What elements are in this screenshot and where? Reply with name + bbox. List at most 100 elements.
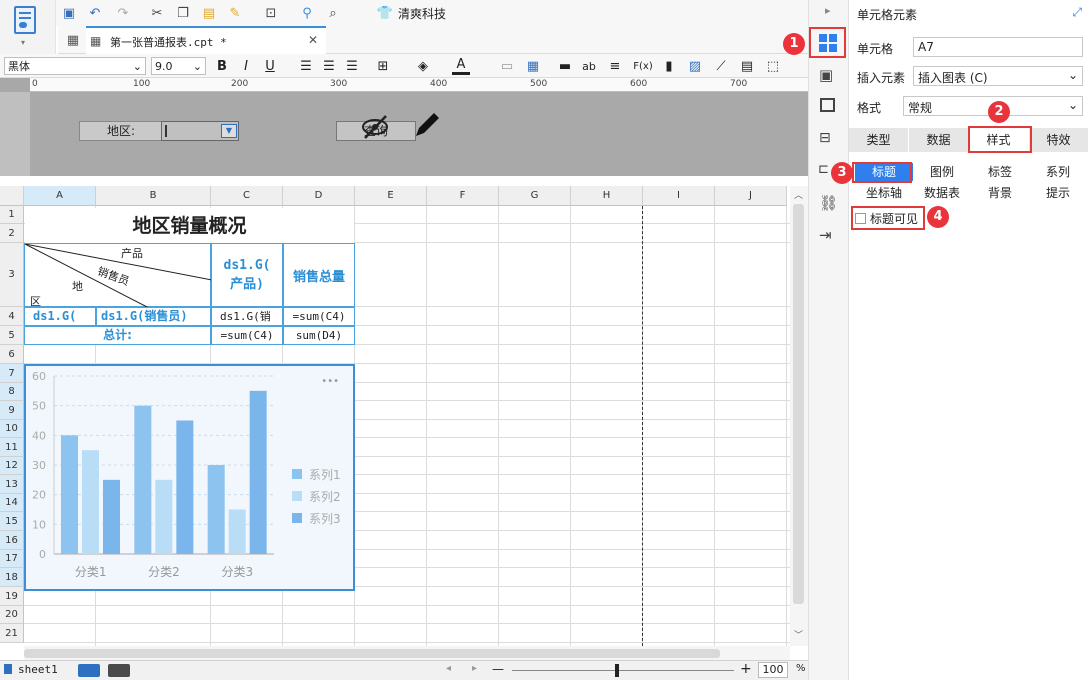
brand-label[interactable]: 清爽科技 [398, 5, 446, 22]
grid-icon[interactable]: ▦ [64, 31, 82, 49]
column-header[interactable]: D [283, 186, 355, 206]
frame-icon[interactable]: ⬚ [764, 57, 782, 75]
widget-icon[interactable] [820, 98, 835, 112]
zoom-slider[interactable] [512, 670, 734, 671]
shirt-icon[interactable]: 👕 [376, 4, 394, 22]
cell-d4[interactable]: =sum(C4) [283, 307, 355, 326]
subtab-series[interactable]: 系列 [1029, 163, 1087, 181]
zoom-out-button[interactable]: — [492, 662, 504, 676]
row-header[interactable]: 4 [0, 307, 24, 326]
collapse-arrow-icon[interactable]: ▸ [825, 4, 831, 17]
add-chart-sheet-icon[interactable] [108, 664, 130, 677]
row-header[interactable]: 5 [0, 326, 24, 345]
column-header[interactable]: J [715, 186, 787, 206]
row-header[interactable]: 3 [0, 243, 24, 307]
expand-icon[interactable]: ⤢ [1072, 5, 1082, 20]
region-combo[interactable]: ▼ [161, 121, 239, 141]
border-icon[interactable]: ⊞ [374, 57, 392, 75]
horizontal-scrollbar[interactable] [24, 646, 790, 660]
column-header[interactable]: H [571, 186, 643, 206]
dropdown-icon[interactable]: ▼ [221, 124, 237, 138]
row-header[interactable]: 6 [0, 345, 24, 364]
row-header[interactable]: 15 [0, 512, 24, 531]
align-right-icon[interactable]: ☰ [343, 57, 361, 75]
report-title[interactable]: 地区销量概况 [25, 208, 354, 243]
hscroll-thumb[interactable] [24, 649, 720, 658]
cell-input[interactable]: A7 [913, 37, 1083, 57]
row-header[interactable]: 16 [0, 531, 24, 550]
column-header[interactable]: C [211, 186, 283, 206]
template-icon[interactable]: ⊡ [262, 4, 280, 22]
import-icon[interactable]: ⇥ [819, 226, 832, 244]
font-color-icon[interactable]: A [452, 57, 470, 75]
underline-button[interactable]: U [261, 57, 279, 75]
row-header[interactable]: 8 [0, 383, 24, 401]
hidden-eye-icon[interactable] [360, 112, 390, 142]
paste-icon[interactable]: ▤ [200, 4, 218, 22]
row-header[interactable]: 18 [0, 568, 24, 587]
column-header[interactable]: F [427, 186, 499, 206]
row-header[interactable]: 7 [0, 364, 24, 383]
chart-cell[interactable]: 0 10 20 30 40 50 60 分类1 分类2 分类3 系列1 系列2 系列3 ••• [24, 364, 355, 591]
insert-select[interactable]: 插入图表 (C) ⌄ [913, 66, 1083, 86]
cell-a4[interactable]: ds1.G( [24, 307, 96, 326]
column-header[interactable]: G [499, 186, 571, 206]
merge-icon[interactable]: ▭ [498, 57, 516, 75]
copy-icon[interactable]: ❐ [174, 4, 192, 22]
richtext-icon[interactable]: ≡ [606, 57, 624, 75]
dropdown-widget-icon[interactable]: ⊟ [819, 130, 831, 146]
cell-c4[interactable]: ds1.G(销 [211, 307, 283, 326]
tab-type[interactable]: 类型 [849, 128, 909, 152]
next-page-icon[interactable]: ▸ [472, 663, 477, 674]
row-header[interactable]: 21 [0, 624, 24, 643]
column-header[interactable]: I [643, 186, 715, 206]
condition-icon[interactable]: ⊏ [818, 162, 829, 177]
chart-more-icon[interactable]: ••• [321, 376, 339, 387]
cut-icon[interactable]: ✂ [148, 4, 166, 22]
sheet-tab[interactable]: sheet1 [18, 663, 58, 676]
cell-c3[interactable]: ds1.G( 产品) [211, 243, 283, 307]
cell-b4[interactable]: ds1.G(销售员) [96, 307, 211, 326]
zoom-value[interactable]: 100 [758, 662, 788, 678]
spreadsheet-grid[interactable]: ABCDEFGHIJ 1 2 3 4 5 6 7 8 9 10 11 12 13 14 15 16 17 18 19… [0, 186, 790, 646]
ab-button[interactable]: ab [580, 57, 598, 75]
scroll-down-icon[interactable]: ﹀ [794, 628, 803, 641]
cell-attr-icon[interactable]: ▣ [819, 66, 833, 84]
cell-total-label[interactable]: 总计: [24, 326, 211, 345]
fill-color-icon[interactable]: ◈ [414, 57, 432, 75]
slash-icon[interactable]: ⟋ [712, 57, 730, 75]
row-header[interactable]: 9 [0, 401, 24, 420]
bold-button[interactable]: B [213, 57, 231, 75]
subtab-axis[interactable]: 坐标轴 [855, 184, 913, 202]
scroll-up-icon[interactable]: ︿ [794, 188, 803, 201]
cell-d3[interactable]: 销售总量 [283, 243, 355, 307]
text-field-icon[interactable]: ▬ [556, 57, 574, 75]
subtab-legend[interactable]: 图例 [913, 163, 971, 181]
subtab-background[interactable]: 背景 [971, 184, 1029, 202]
plugin-icon[interactable]: ⚲ [298, 4, 316, 22]
row-header[interactable]: 20 [0, 606, 24, 624]
zoom-slider-thumb[interactable] [615, 664, 619, 677]
preview-icon[interactable]: ⌕ [324, 4, 342, 22]
format-painter-icon[interactable]: ✎ [226, 4, 244, 22]
link-icon[interactable]: ⛓ [819, 194, 838, 212]
scroll-thumb[interactable] [793, 204, 804, 604]
font-family-select[interactable]: 黑体 ⌄ [4, 57, 146, 75]
italic-button[interactable]: I [237, 57, 255, 75]
undo-icon[interactable]: ↶ [86, 4, 104, 22]
font-size-select[interactable]: 9.0 ⌄ [151, 57, 206, 75]
table-icon[interactable]: ▦ [524, 57, 542, 75]
row-header[interactable]: 10 [0, 420, 24, 438]
tab-effect[interactable]: 特效 [1029, 128, 1089, 152]
subtab-datasheet[interactable]: 数据表 [913, 184, 971, 202]
row-header[interactable]: 11 [0, 438, 24, 457]
bar-chart[interactable]: 0 10 20 30 40 50 60 分类1 分类2 分类3 系列1 系列2 系列3 [26, 366, 353, 589]
formula-button[interactable]: F(x) [632, 57, 654, 75]
row-header[interactable]: 17 [0, 550, 24, 568]
row-header[interactable]: 1 [0, 206, 24, 224]
column-header[interactable]: A [24, 186, 96, 206]
close-icon[interactable]: ✕ [308, 33, 318, 47]
edit-pencil-icon[interactable] [412, 110, 442, 140]
row-header[interactable]: 2 [0, 224, 24, 243]
tab-data[interactable]: 数据 [909, 128, 969, 152]
